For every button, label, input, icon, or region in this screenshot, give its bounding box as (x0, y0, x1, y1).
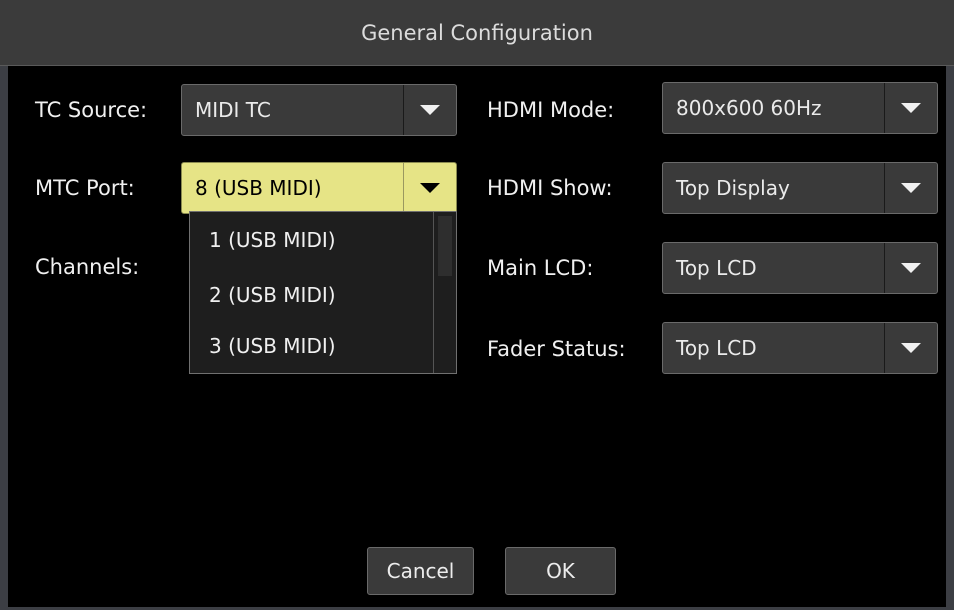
hdmi-show-value: Top Display (676, 176, 790, 200)
mtc-port-option[interactable]: 2 (USB MIDI) (209, 283, 336, 307)
options-scrollbar[interactable] (433, 212, 456, 373)
mtc-port-option[interactable]: 3 (USB MIDI) (209, 334, 336, 358)
main-lcd-label: Main LCD: (487, 256, 594, 280)
mtc-port-value: 8 (USB MIDI) (195, 176, 322, 200)
hdmi-mode-label: HDMI Mode: (487, 98, 615, 122)
main-lcd-value: Top LCD (676, 256, 757, 280)
tc-source-label: TC Source: (35, 98, 148, 122)
mtc-port-dropdown-arrow[interactable] (403, 163, 456, 213)
mtc-port-option[interactable]: 1 (USB MIDI) (209, 228, 336, 252)
fader-status-dropdown[interactable]: Top LCD (662, 322, 938, 374)
tc-source-dropdown[interactable]: MIDI TC (181, 84, 457, 136)
chevron-down-icon (420, 105, 440, 115)
chevron-down-icon (901, 103, 921, 113)
hdmi-show-label: HDMI Show: (487, 176, 613, 200)
ok-button[interactable]: OK (505, 547, 616, 595)
hdmi-show-dropdown[interactable]: Top Display (662, 162, 938, 214)
mtc-port-label: MTC Port: (35, 176, 135, 200)
fader-status-label: Fader Status: (487, 337, 626, 361)
chevron-down-icon (901, 183, 921, 193)
tc-source-dropdown-arrow[interactable] (403, 85, 456, 135)
main-lcd-dropdown[interactable]: Top LCD (662, 242, 938, 294)
hdmi-mode-dropdown[interactable]: 800x600 60Hz (662, 82, 938, 134)
mtc-port-options-list: 1 (USB MIDI) 2 (USB MIDI) 3 (USB MIDI) (189, 211, 457, 374)
dialog-titlebar: General Configuration (0, 0, 954, 66)
fader-status-dropdown-arrow[interactable] (884, 323, 937, 373)
dialog-title: General Configuration (361, 20, 593, 45)
main-lcd-dropdown-arrow[interactable] (884, 243, 937, 293)
mtc-port-dropdown[interactable]: 8 (USB MIDI) (181, 162, 457, 214)
channels-label: Channels: (35, 255, 140, 279)
fader-status-value: Top LCD (676, 336, 757, 360)
chevron-down-icon (420, 183, 440, 193)
hdmi-mode-dropdown-arrow[interactable] (884, 83, 937, 133)
options-scrollbar-thumb[interactable] (438, 216, 452, 276)
hdmi-mode-value: 800x600 60Hz (676, 96, 822, 120)
tc-source-value: MIDI TC (195, 98, 271, 122)
chevron-down-icon (901, 343, 921, 353)
cancel-button[interactable]: Cancel (367, 547, 474, 595)
hdmi-show-dropdown-arrow[interactable] (884, 163, 937, 213)
chevron-down-icon (901, 263, 921, 273)
general-configuration-dialog: General Configuration TC Source: MIDI TC… (0, 0, 954, 610)
